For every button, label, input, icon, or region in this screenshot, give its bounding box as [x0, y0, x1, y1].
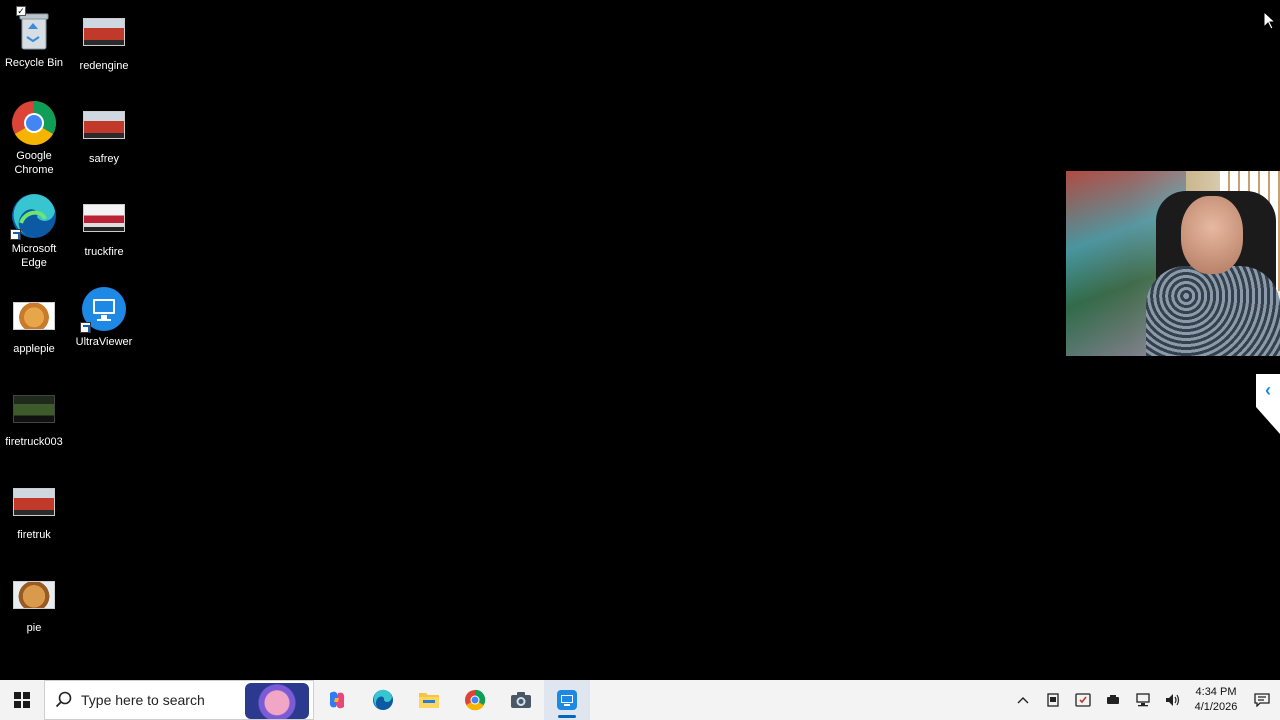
taskbar-app-edge[interactable]	[360, 680, 406, 720]
edge-icon	[10, 192, 58, 240]
image-thumbnail-icon	[10, 292, 58, 340]
desktop-icon-label: UltraViewer	[75, 336, 133, 348]
desktop-icon-truckfire[interactable]: truckfire	[69, 199, 139, 259]
taskbar-app-ultraviewer[interactable]	[544, 680, 590, 720]
desktop-icon-label: firetruk	[17, 529, 51, 541]
desktop-icon-label: applepie	[13, 343, 55, 355]
ultraviewer-icon	[557, 690, 577, 710]
taskbar-search-box[interactable]: Type here to search	[44, 680, 314, 720]
desktop-icon-firetruk[interactable]: firetruk	[0, 478, 69, 542]
shortcut-arrow-icon	[10, 229, 21, 240]
desktop-icon-label: safrey	[89, 153, 119, 165]
recycle-bin-icon: ✓	[10, 6, 58, 54]
windows-logo-icon	[14, 692, 30, 708]
ultraviewer-icon	[80, 285, 128, 333]
chrome-icon	[10, 99, 58, 147]
camera-icon	[511, 692, 531, 708]
network-icon[interactable]	[1128, 680, 1158, 720]
desktop-icon-label: pie	[26, 622, 42, 634]
search-highlight-image	[245, 683, 309, 719]
desktop-icon-label: Google Chrome	[14, 150, 54, 176]
security-shield-icon[interactable]	[1068, 680, 1098, 720]
desktop-icon-ultraviewer[interactable]: UltraViewer	[69, 285, 139, 349]
usb-device-icon[interactable]	[1098, 680, 1128, 720]
image-thumbnail-icon	[80, 13, 128, 51]
mouse-cursor-icon	[1263, 10, 1277, 35]
image-thumbnail-icon	[10, 478, 58, 526]
desktop-icon-recycle-bin[interactable]: ✓ Recycle Bin	[0, 6, 69, 70]
remote-display-icon[interactable]	[1038, 680, 1068, 720]
webcam-overlay	[1066, 171, 1280, 356]
desktop-icon-label: redengine	[79, 60, 129, 72]
image-thumbnail-icon	[80, 199, 128, 237]
start-button[interactable]	[0, 680, 44, 720]
search-placeholder: Type here to search	[81, 692, 205, 708]
taskbar-app-copilot[interactable]	[314, 680, 360, 720]
image-thumbnail-icon	[10, 571, 58, 619]
desktop-icon-redengine[interactable]: redengine	[69, 13, 139, 73]
desktop-icon-safrey[interactable]: safrey	[69, 106, 139, 166]
system-tray: 4:34 PM 4/1/2026	[1008, 680, 1280, 720]
notification-center-icon[interactable]	[1244, 680, 1280, 720]
desktop-icon-microsoft-edge[interactable]: Microsoft Edge	[0, 192, 69, 270]
desktop-icon-label: firetruck003	[5, 436, 63, 448]
desktop-icon-firetruck003[interactable]: firetruck003	[0, 385, 69, 449]
desktop-icon-pie[interactable]: pie	[0, 571, 69, 635]
folder-icon	[419, 693, 439, 708]
clock-date: 4/1/2026	[1194, 701, 1238, 713]
desktop-icon-label: Microsoft Edge	[11, 243, 57, 269]
desktop-icon-label: Recycle Bin	[4, 57, 64, 69]
taskbar-app-camera[interactable]	[498, 680, 544, 720]
image-thumbnail-icon	[10, 385, 58, 433]
volume-icon[interactable]	[1158, 680, 1188, 720]
search-icon	[55, 691, 72, 708]
show-hidden-icons-chevron-up-icon[interactable]	[1008, 680, 1038, 720]
taskbar-clock[interactable]: 4:34 PM 4/1/2026	[1188, 685, 1244, 715]
taskbar-app-file-explorer[interactable]	[406, 680, 452, 720]
desktop-icon-applepie[interactable]: applepie	[0, 292, 69, 356]
taskbar-app-chrome[interactable]	[452, 680, 498, 720]
chrome-icon	[465, 689, 486, 711]
taskbar: Type here to search 4:34 PM 4/1/2026	[0, 680, 1280, 720]
edge-icon	[373, 689, 393, 710]
clock-time: 4:34 PM	[1195, 686, 1237, 698]
chevron-left-icon: ‹	[1265, 380, 1271, 400]
image-thumbnail-icon	[80, 106, 128, 144]
side-panel-expand-tab[interactable]: ‹	[1256, 374, 1280, 434]
shortcut-arrow-icon	[80, 322, 91, 333]
desktop-icon-google-chrome[interactable]: Google Chrome	[0, 99, 69, 177]
desktop-icon-label: truckfire	[84, 246, 124, 258]
copilot-icon	[329, 691, 345, 709]
